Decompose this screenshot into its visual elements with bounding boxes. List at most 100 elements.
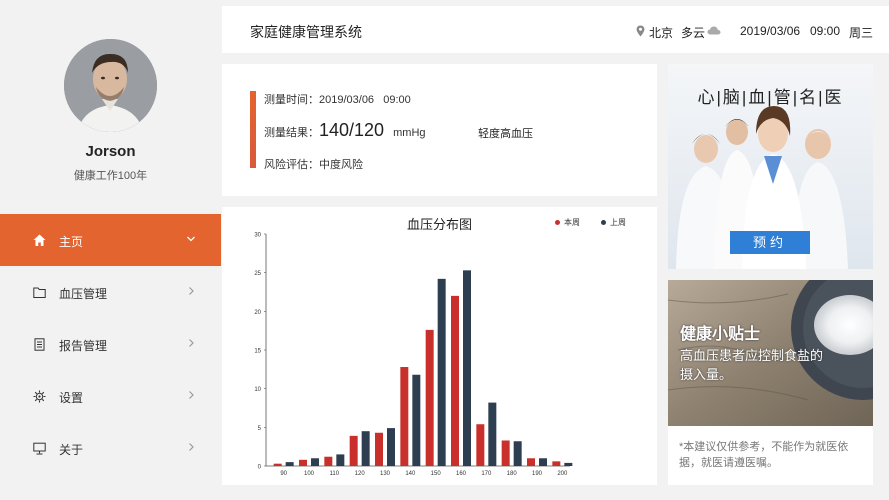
document-icon bbox=[34, 338, 45, 351]
bar-last-week bbox=[539, 458, 547, 466]
bar-this-week bbox=[273, 463, 282, 466]
bar-last-week bbox=[513, 441, 522, 466]
bar-this-week bbox=[425, 329, 434, 466]
nav-item-about[interactable]: 关于 bbox=[0, 422, 221, 474]
x-tick-label: 140 bbox=[405, 471, 416, 477]
measure-time-label: 测量时间： bbox=[264, 94, 319, 106]
app-title: 家庭健康管理系统 bbox=[250, 24, 362, 40]
bar-last-week bbox=[437, 278, 446, 466]
bar-last-week bbox=[463, 270, 471, 466]
nav-label-about: 关于 bbox=[59, 443, 84, 457]
x-tick-label: 200 bbox=[557, 471, 568, 477]
nav-label-home: 主页 bbox=[59, 235, 84, 249]
y-tick-label: 25 bbox=[254, 271, 261, 277]
y-tick-label: 15 bbox=[254, 349, 261, 355]
x-tick-label: 110 bbox=[330, 471, 340, 477]
chart-card: 血压分布图 本周 上周 0 5 10 15 20 25 30 90 100 110 120 130 14… bbox=[222, 207, 657, 485]
bar-last-week bbox=[361, 431, 370, 466]
measure-result-unit: mmHg bbox=[393, 127, 426, 139]
nav-item-reports[interactable]: 报告管理 bbox=[0, 318, 221, 370]
bar-last-week bbox=[387, 428, 395, 466]
weekday-label: 周三 bbox=[849, 26, 874, 40]
nav-item-settings[interactable]: 设置 bbox=[0, 370, 221, 422]
bar-last-week bbox=[285, 462, 294, 466]
x-tick-label: 120 bbox=[355, 471, 366, 477]
x-tick-label: 90 bbox=[280, 471, 287, 477]
measurement-card: 测量时间：2019/03/06 09:00 测量结果：140/120 mmHg … bbox=[222, 64, 657, 196]
bar-this-week bbox=[400, 367, 409, 466]
disclaimer-note: *本建议仅供参考，不能作为就医依据，就医请遵医嘱。 bbox=[668, 426, 873, 485]
bar-this-week bbox=[501, 440, 510, 466]
x-tick-label: 150 bbox=[431, 471, 442, 477]
accent-bar bbox=[250, 91, 256, 168]
chevron-right-icon bbox=[189, 339, 194, 347]
doctors-title: 心|脑|血|管|名|医 bbox=[697, 88, 844, 107]
nav-item-blood-pressure[interactable]: 血压管理 bbox=[0, 266, 221, 318]
disclaimer-text: *本建议仅供参考，不能作为就医依据，就医请遵医嘱。 bbox=[679, 441, 849, 469]
x-tick-label: 160 bbox=[456, 471, 467, 477]
chevron-right-icon bbox=[189, 287, 194, 295]
location-pin-icon bbox=[636, 25, 645, 37]
risk-label: 风险评估： bbox=[264, 159, 319, 171]
bar-this-week bbox=[476, 424, 485, 466]
nav-label-blood-pressure: 血压管理 bbox=[59, 287, 108, 301]
measure-result-row: 测量结果：140/120 mmHg bbox=[264, 120, 426, 141]
doctors-card[interactable]: 心|脑|血|管|名|医 预约 bbox=[668, 64, 873, 269]
cloud-icon bbox=[707, 26, 721, 35]
bar-last-week bbox=[336, 454, 345, 466]
home-icon bbox=[33, 234, 46, 246]
bar-this-week bbox=[349, 435, 358, 466]
x-tick-label: 130 bbox=[380, 471, 391, 477]
x-tick-label: 190 bbox=[532, 471, 543, 477]
y-tick-label: 5 bbox=[258, 426, 262, 432]
y-tick-label: 0 bbox=[258, 465, 262, 471]
chevron-right-icon bbox=[189, 443, 194, 451]
y-tick-label: 30 bbox=[254, 233, 261, 239]
bar-last-week bbox=[488, 402, 497, 466]
monitor-icon bbox=[33, 442, 46, 455]
nav-item-home[interactable]: 主页 bbox=[0, 214, 221, 266]
tips-text: 高血压患者应控制食盐的摄入量。 bbox=[680, 348, 824, 382]
date-label: 2019/03/06 bbox=[740, 24, 801, 38]
bar-this-week bbox=[299, 459, 307, 466]
book-appointment-button[interactable]: 预约 bbox=[730, 231, 810, 254]
bar-last-week bbox=[311, 458, 319, 466]
user-subtitle: 健康工作100年 bbox=[73, 170, 148, 182]
tips-title: 健康小贴士 bbox=[680, 326, 761, 343]
x-tick-label: 180 bbox=[507, 471, 518, 477]
health-tips-card[interactable]: 健康小贴士 高血压患者应控制食盐的摄入量。 bbox=[668, 280, 873, 426]
bar-this-week bbox=[324, 456, 333, 466]
x-tick-label: 170 bbox=[481, 471, 492, 477]
gear-icon bbox=[33, 390, 46, 403]
city-label: 北京 bbox=[649, 26, 674, 40]
user-name: Jorson bbox=[85, 143, 136, 160]
nav-label-settings: 设置 bbox=[59, 391, 84, 405]
chevron-down-icon bbox=[187, 236, 195, 242]
bar-chart: 0 5 10 15 20 25 30 90 100 110 120 130 140 150 160 170 18… bbox=[254, 233, 573, 477]
sidebar: Jorson 健康工作100年 主页 血压管理 报告管理 设置 关于 bbox=[0, 0, 221, 500]
time-label: 09:00 bbox=[810, 24, 841, 38]
measure-time-value: 2019/03/06 09:00 bbox=[319, 94, 411, 106]
folder-icon bbox=[33, 287, 46, 298]
measure-result-value: 140/120 bbox=[319, 120, 385, 140]
y-tick-label: 20 bbox=[254, 310, 261, 316]
y-tick-label: 10 bbox=[254, 387, 261, 393]
bar-last-week bbox=[564, 462, 573, 466]
x-tick-label: 100 bbox=[304, 471, 315, 477]
bar-this-week bbox=[375, 432, 383, 466]
measure-result-tag: 轻度高血压 bbox=[478, 128, 533, 140]
bar-this-week bbox=[552, 461, 561, 466]
weather-label: 多云 bbox=[681, 26, 706, 40]
risk-row: 风险评估：中度风险 bbox=[264, 156, 363, 172]
bar-this-week bbox=[527, 458, 535, 466]
measure-result-label: 测量结果： bbox=[264, 127, 319, 139]
measure-time-row: 测量时间：2019/03/06 09:00 bbox=[264, 91, 411, 107]
avatar[interactable] bbox=[64, 39, 157, 132]
nav-label-reports: 报告管理 bbox=[59, 339, 108, 353]
risk-value: 中度风险 bbox=[319, 159, 363, 171]
bar-this-week bbox=[451, 295, 459, 466]
chevron-right-icon bbox=[189, 391, 194, 399]
user-portrait-icon bbox=[64, 39, 157, 132]
bar-last-week bbox=[412, 374, 421, 466]
header-bar: 家庭健康管理系统 北京 多云 2019/03/06 09:00 周三 bbox=[222, 6, 889, 53]
